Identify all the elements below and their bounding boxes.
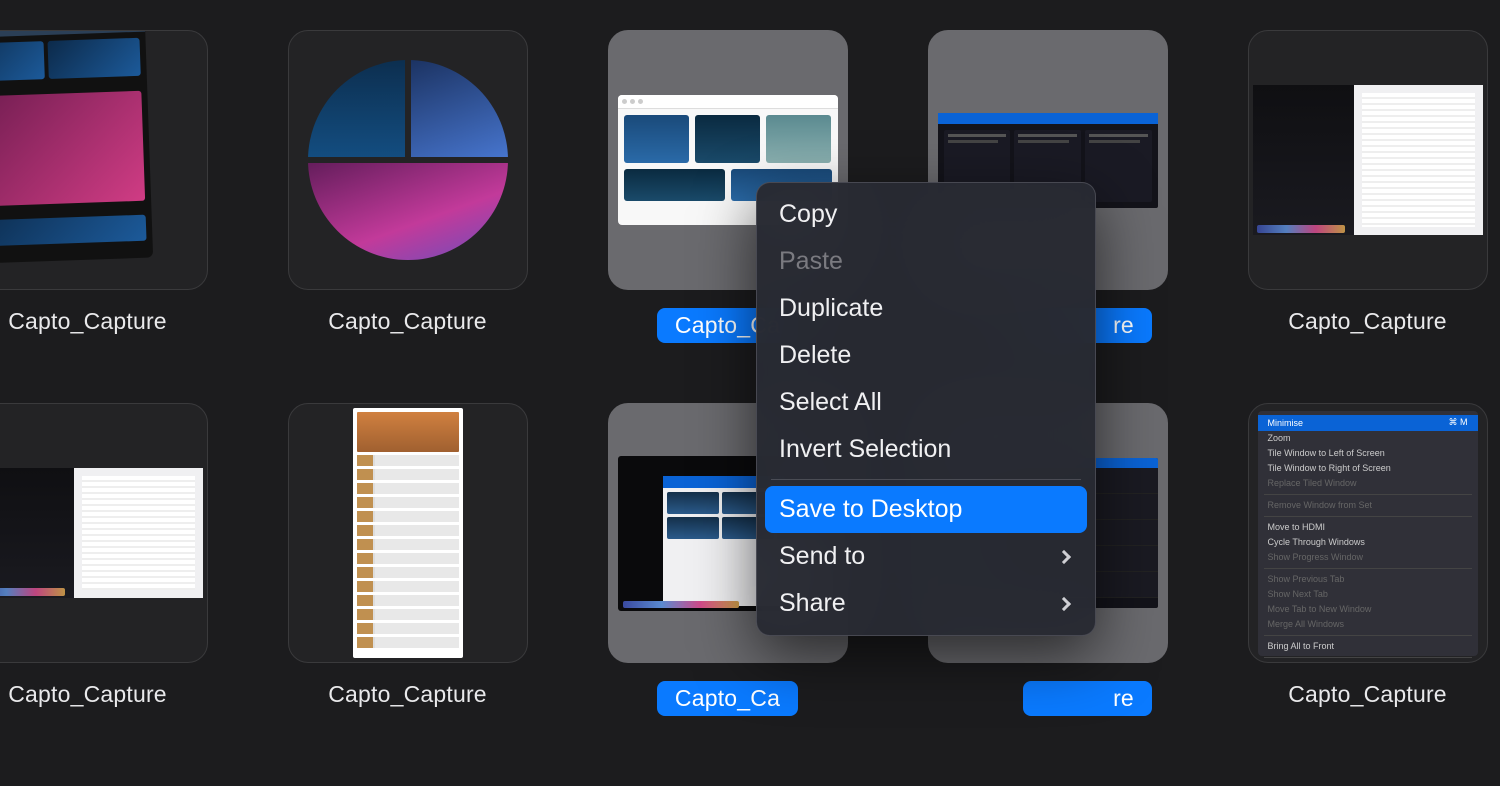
capture-item[interactable]: Capto_Capture xyxy=(285,30,530,343)
item-label: Capto_Capture xyxy=(328,308,487,335)
item-label: Capto_Ca xyxy=(657,681,798,716)
menu-item-send-to[interactable]: Send to xyxy=(757,533,1095,580)
chevron-right-icon xyxy=(1057,549,1071,563)
chevron-right-icon xyxy=(1057,596,1071,610)
item-label: Capto_Capture xyxy=(8,308,167,335)
item-label: Capto_Capture xyxy=(1288,681,1447,708)
capture-item[interactable]: Capto_Capture xyxy=(0,30,210,343)
menu-item-delete[interactable]: Delete xyxy=(757,332,1095,379)
thumbnail xyxy=(288,403,528,663)
menu-item-paste: Paste xyxy=(757,238,1095,285)
item-label: Capto_Capture xyxy=(1288,308,1447,335)
item-label: Capto_Capture xyxy=(328,681,487,708)
menu-item-invert-selection[interactable]: Invert Selection xyxy=(757,426,1095,473)
capture-item[interactable]: Capto_Capture xyxy=(0,403,210,716)
thumbnail xyxy=(0,30,208,290)
menu-item-duplicate[interactable]: Duplicate xyxy=(757,285,1095,332)
menu-item-select-all[interactable]: Select All xyxy=(757,379,1095,426)
thumbnail xyxy=(0,403,208,663)
menu-item-save-to-desktop[interactable]: Save to Desktop xyxy=(765,486,1087,533)
thumbnail-grid: Capto_Capture Capto_Capture Capto_Ca xyxy=(0,0,1500,746)
menu-item-share[interactable]: Share xyxy=(757,580,1095,627)
item-label: Capto_Capture xyxy=(8,681,167,708)
menu-item-copy[interactable]: Copy xyxy=(757,191,1095,238)
capture-item[interactable]: Minimise⌘ M Zoom Tile Window to Left of … xyxy=(1245,403,1490,716)
capture-item[interactable]: Capto_Capture xyxy=(1245,30,1490,343)
thumbnail: Minimise⌘ M Zoom Tile Window to Left of … xyxy=(1248,403,1488,663)
thumbnail xyxy=(1248,30,1488,290)
context-menu: Copy Paste Duplicate Delete Select All I… xyxy=(756,182,1096,636)
item-label: re xyxy=(1023,681,1152,716)
thumbnail xyxy=(288,30,528,290)
capture-item[interactable]: Capto_Capture xyxy=(285,403,530,716)
